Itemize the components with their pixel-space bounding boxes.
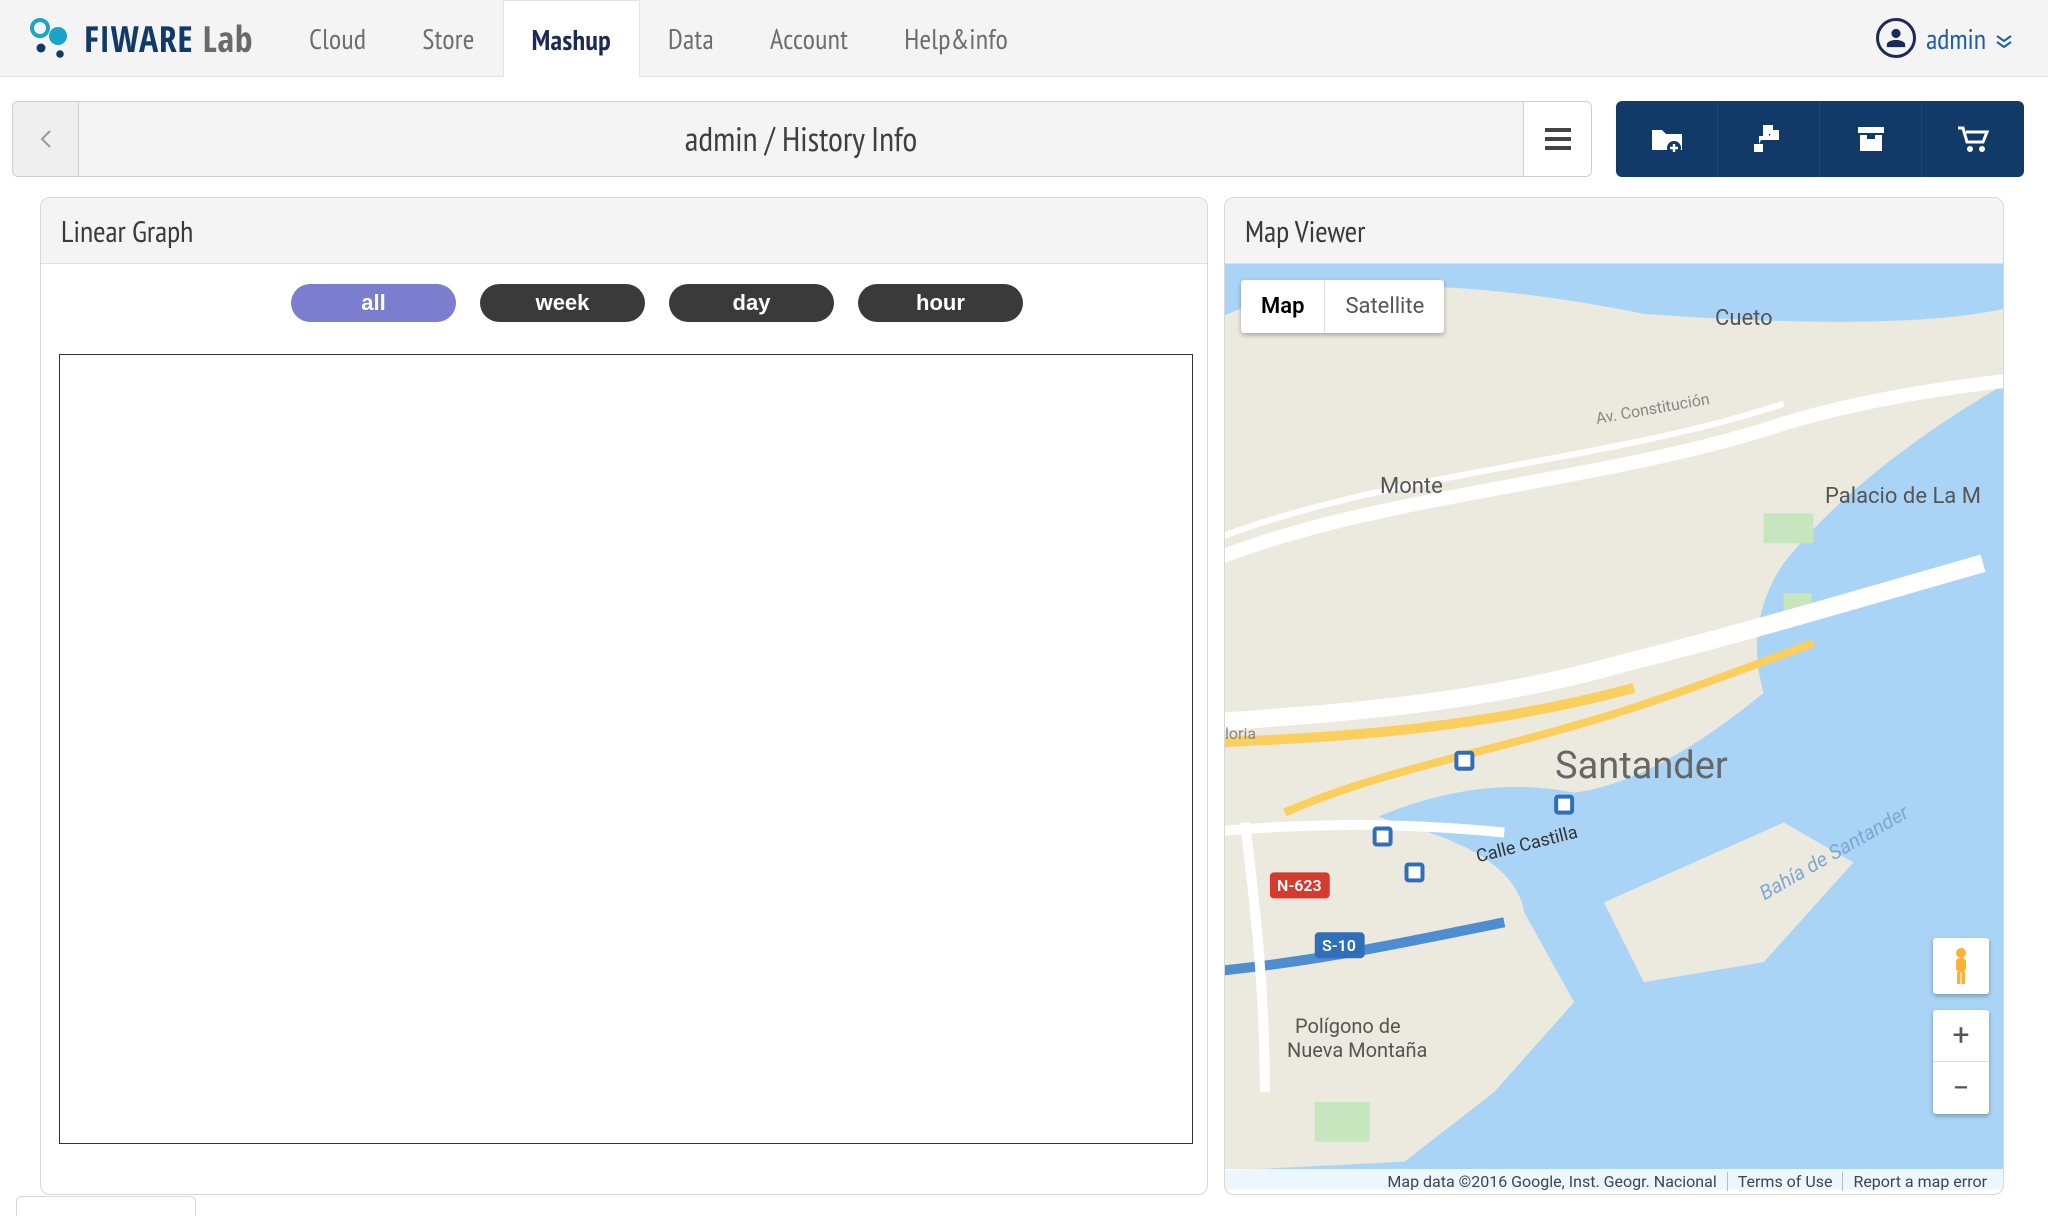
map-attrib-report[interactable]: Report a map error: [1842, 1172, 1997, 1191]
marketplace-button[interactable]: [1820, 101, 1922, 177]
chart-area: [59, 354, 1193, 1144]
range-pill-hour[interactable]: hour: [858, 284, 1023, 322]
add-workspace-button[interactable]: [1616, 101, 1718, 177]
linear-graph-title: Linear Graph: [41, 198, 1207, 264]
breadcrumb-title: admin / History Info: [78, 101, 1524, 177]
zoom-in-button[interactable]: +: [1933, 1010, 1989, 1062]
user-menu[interactable]: admin: [1876, 18, 2012, 58]
user-icon: [1876, 18, 1916, 58]
brand-text: FIWARE Lab: [84, 14, 253, 63]
nav-item-store[interactable]: Store: [394, 0, 502, 76]
range-pill-week[interactable]: week: [480, 284, 645, 322]
range-pill-day[interactable]: day: [669, 284, 834, 322]
user-name: admin: [1926, 20, 1986, 57]
nav-item-data[interactable]: Data: [640, 0, 742, 76]
toolbar-buttons: [1616, 101, 2024, 177]
map-viewer-panel: Map Viewer: [1224, 197, 2004, 1195]
map-type-toggle: Map Satellite: [1241, 280, 1444, 333]
bottom-collapsed-tab[interactable]: [16, 1196, 196, 1216]
map-type-map[interactable]: Map: [1241, 280, 1325, 333]
nav-item-cloud[interactable]: Cloud: [281, 0, 394, 76]
action-bar: admin / History Info: [0, 77, 2048, 177]
map-zoom-control: + −: [1933, 1010, 1989, 1114]
brand-mark-icon: [28, 14, 76, 62]
zoom-out-button[interactable]: −: [1933, 1062, 1989, 1114]
time-range-pills: all week day hour: [41, 264, 1207, 342]
map-attribution: Map data ©2016 Google, Inst. Geogr. Naci…: [1225, 1169, 2003, 1194]
pegman-icon[interactable]: [1933, 938, 1989, 994]
map-attrib-data: Map data ©2016 Google, Inst. Geogr. Naci…: [1231, 1172, 1727, 1191]
nav-items: Cloud Store Mashup Data Account Help&inf…: [281, 0, 1036, 76]
breadcrumb-group: admin / History Info: [12, 101, 1592, 177]
map-body[interactable]: Santander Cueto Monte Palacio de La M Av…: [1225, 264, 2003, 1194]
nav-item-account[interactable]: Account: [742, 0, 876, 76]
back-button[interactable]: [12, 101, 78, 177]
map-canvas[interactable]: [1225, 264, 2003, 1190]
nav-item-mashup[interactable]: Mashup: [503, 0, 640, 77]
hamburger-menu-button[interactable]: [1524, 101, 1592, 177]
map-type-satellite[interactable]: Satellite: [1325, 280, 1444, 333]
range-pill-all[interactable]: all: [291, 284, 456, 322]
top-navigation: FIWARE Lab Cloud Store Mashup Data Accou…: [0, 0, 2048, 77]
wiring-button[interactable]: [1718, 101, 1820, 177]
cart-button[interactable]: [1922, 101, 2024, 177]
map-viewer-title: Map Viewer: [1225, 198, 2003, 264]
brand-logo[interactable]: FIWARE Lab: [28, 14, 253, 63]
chevron-down-icon: [1996, 20, 2012, 57]
workspace: Linear Graph all week day hour Map Viewe…: [0, 177, 2048, 1195]
nav-item-helpinfo[interactable]: Help&info: [876, 0, 1036, 76]
map-attrib-terms[interactable]: Terms of Use: [1727, 1172, 1843, 1191]
linear-graph-panel: Linear Graph all week day hour: [40, 197, 1208, 1195]
